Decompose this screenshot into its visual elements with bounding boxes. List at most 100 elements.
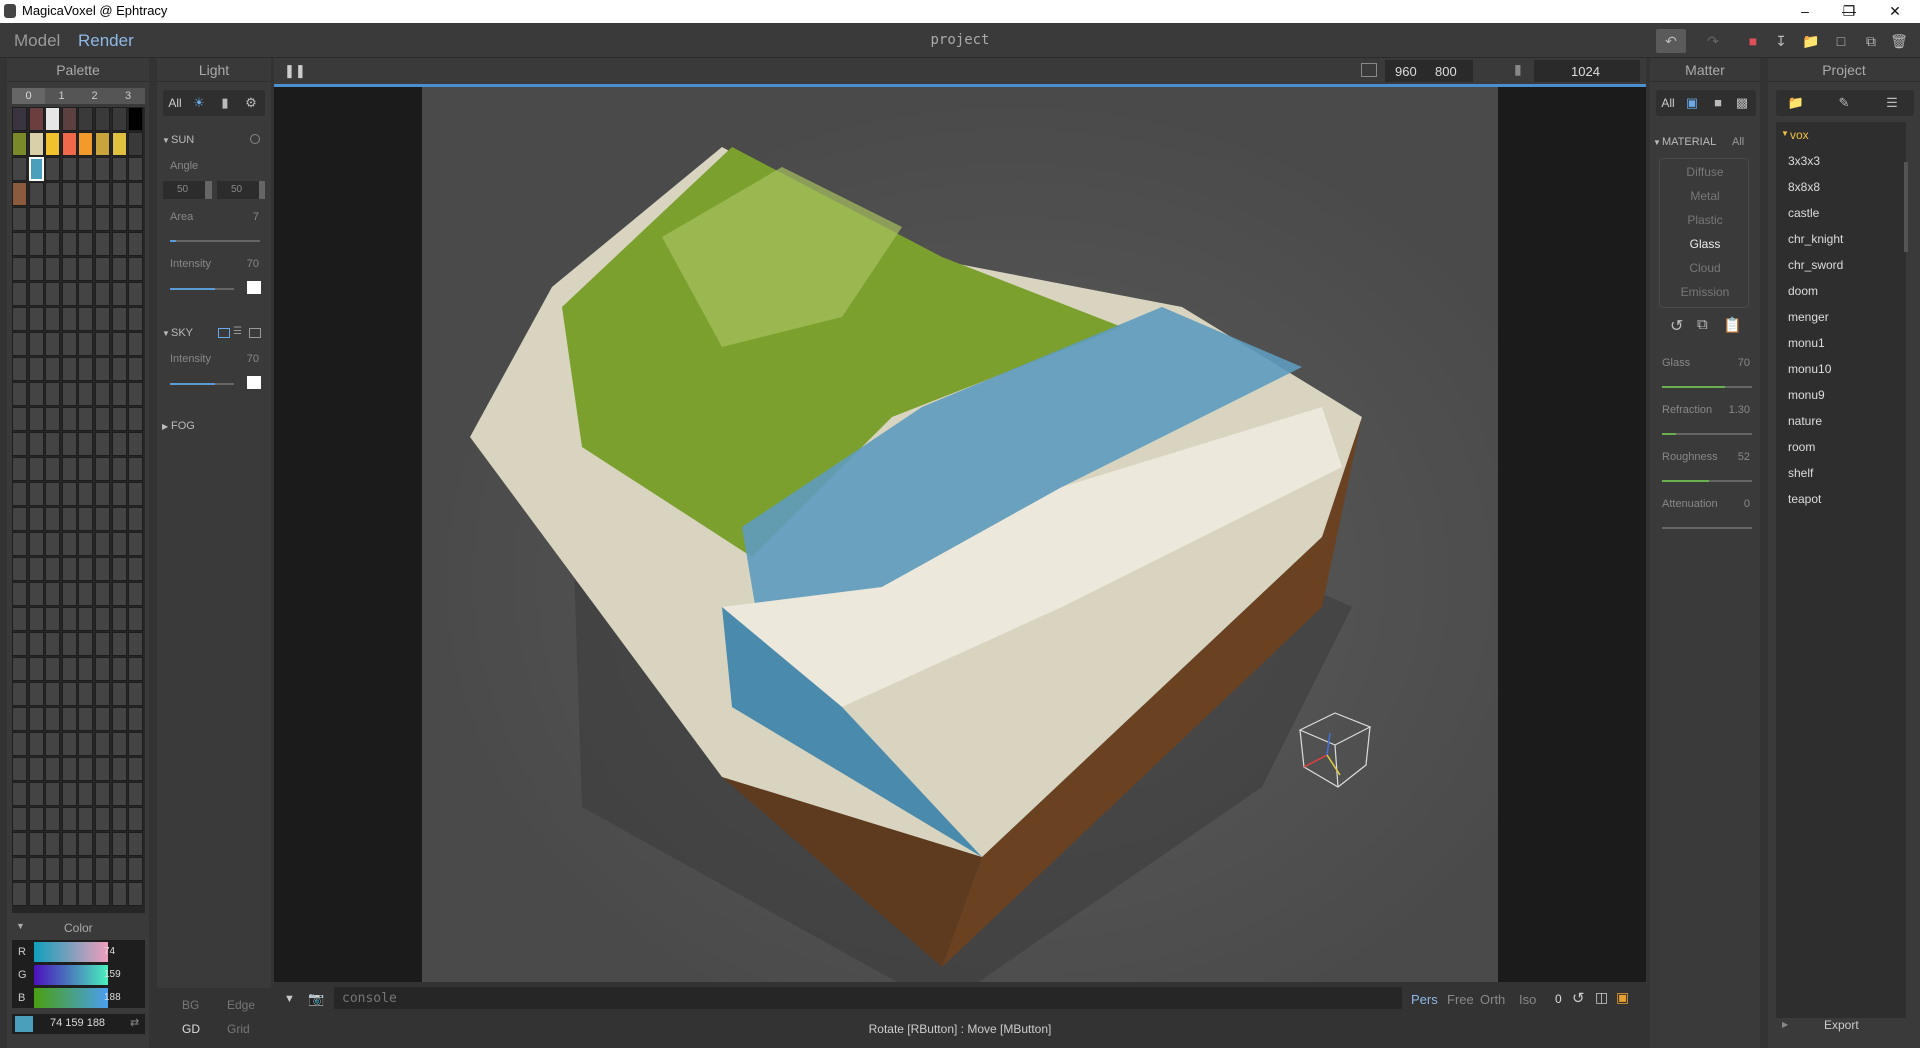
download-icon[interactable]: ↧ (1768, 29, 1794, 53)
palette-swatch[interactable] (45, 432, 61, 456)
palette-swatch[interactable] (95, 782, 110, 806)
list-icon[interactable]: ☰ (1880, 92, 1904, 114)
palette-swatch[interactable] (128, 457, 144, 481)
sun-color-swatch[interactable] (247, 281, 261, 294)
palette-swatch[interactable] (61, 357, 77, 381)
palette-swatch[interactable] (45, 207, 61, 231)
palette-swatch[interactable] (28, 407, 44, 431)
palette-swatch[interactable] (128, 332, 144, 356)
material-diffuse[interactable]: Diffuse (1662, 160, 1748, 184)
palette-swatch[interactable] (95, 507, 110, 531)
bg-toggle[interactable]: BG (182, 998, 199, 1012)
palette-swatch[interactable] (28, 757, 44, 781)
palette-swatch[interactable] (95, 582, 110, 606)
palette-swatch[interactable] (45, 607, 61, 631)
pause-icon[interactable]: ❚❚ (284, 63, 306, 79)
palette-swatch[interactable] (78, 182, 94, 206)
palette-tab-1[interactable]: 1 (45, 88, 78, 104)
cam-orth-button[interactable]: Orth (1480, 992, 1505, 1007)
palette-swatch[interactable] (128, 432, 144, 456)
palette-swatch[interactable] (128, 857, 144, 881)
palette-swatch[interactable] (12, 732, 27, 756)
palette-swatch[interactable] (78, 357, 94, 381)
palette-swatch[interactable] (28, 257, 44, 281)
palette-swatch[interactable] (28, 157, 44, 181)
palette-swatch[interactable] (61, 432, 77, 456)
palette-swatch[interactable] (28, 307, 44, 331)
palette-swatch[interactable] (111, 432, 127, 456)
palette-swatch[interactable] (78, 382, 94, 406)
palette-swatch[interactable] (95, 407, 110, 431)
palette-swatch[interactable] (95, 232, 110, 256)
palette-swatch[interactable] (95, 182, 110, 206)
palette-swatch[interactable] (78, 107, 94, 131)
palette-swatch[interactable] (78, 707, 94, 731)
palette-swatch[interactable] (111, 107, 127, 131)
palette-swatch[interactable] (12, 207, 27, 231)
palette-swatch[interactable] (111, 207, 127, 231)
palette-swatch[interactable] (111, 882, 127, 906)
material-metal[interactable]: Metal (1662, 184, 1748, 208)
palette-swatch[interactable] (61, 757, 77, 781)
palette-swatch[interactable] (12, 132, 27, 156)
palette-swatch[interactable] (95, 432, 110, 456)
palette-swatch[interactable] (61, 532, 77, 556)
file-item[interactable]: monu9 (1788, 388, 1825, 402)
palette-swatch[interactable] (61, 657, 77, 681)
sun-expand-icon[interactable]: ▼ (162, 136, 170, 145)
file-item[interactable]: chr_knight (1788, 232, 1843, 246)
palette-swatch[interactable] (28, 682, 44, 706)
palette-swatch[interactable] (12, 507, 27, 531)
palette-swatch[interactable] (12, 682, 27, 706)
palette-swatch[interactable] (111, 482, 127, 506)
palette-swatch[interactable] (12, 382, 27, 406)
camera-icon[interactable]: 📷 (308, 991, 324, 1007)
palette-swatch[interactable] (28, 507, 44, 531)
palette-swatch[interactable] (128, 407, 144, 431)
palette-swatch[interactable] (12, 557, 27, 581)
palette-swatch[interactable] (12, 332, 27, 356)
g-value[interactable]: 159 (104, 969, 121, 980)
palette-swatch[interactable] (95, 857, 110, 881)
palette-swatch[interactable] (61, 857, 77, 881)
palette-swatch[interactable] (45, 357, 61, 381)
palette-swatch[interactable] (128, 832, 144, 856)
palette-swatch[interactable] (111, 157, 127, 181)
material-emission[interactable]: Emission (1662, 280, 1748, 304)
palette-swatch[interactable] (12, 857, 27, 881)
palette-swatch[interactable] (12, 107, 27, 131)
cube-icon[interactable]: ▣ (1680, 92, 1704, 114)
palette-swatch[interactable] (128, 482, 144, 506)
palette-swatch[interactable] (95, 607, 110, 631)
palette-swatch[interactable] (128, 882, 144, 906)
palette-swatch[interactable] (78, 807, 94, 831)
file-item[interactable]: 8x8x8 (1788, 180, 1820, 194)
palette-swatch[interactable] (95, 282, 110, 306)
palette-swatch[interactable] (61, 107, 77, 131)
cam-pers-button[interactable]: Pers (1411, 992, 1438, 1007)
palette-swatch[interactable] (111, 407, 127, 431)
palette-swatch[interactable] (128, 557, 144, 581)
palette-swatch[interactable] (61, 507, 77, 531)
g-slider[interactable] (34, 965, 108, 985)
sky-gradient-icon[interactable]: ☰ (233, 326, 242, 337)
palette-swatch[interactable] (28, 732, 44, 756)
collapse-icon[interactable]: ▼ (16, 921, 25, 931)
palette-swatch[interactable] (128, 207, 144, 231)
palette-swatch[interactable] (78, 582, 94, 606)
file-item[interactable]: shelf (1788, 466, 1813, 480)
palette-swatch[interactable] (128, 257, 144, 281)
palette-swatch[interactable] (78, 257, 94, 281)
folder-expand-icon[interactable]: ▼ (1781, 129, 1789, 138)
palette-swatch[interactable] (111, 582, 127, 606)
palette-swatch[interactable] (61, 557, 77, 581)
sky-color-swatch[interactable] (247, 376, 261, 389)
palette-swatch[interactable] (95, 257, 110, 281)
palette-swatch[interactable] (128, 382, 144, 406)
palette-swatch[interactable] (28, 382, 44, 406)
palette-swatch[interactable] (95, 207, 110, 231)
material-cloud[interactable]: Cloud (1662, 256, 1748, 280)
palette-swatch[interactable] (61, 832, 77, 856)
palette-swatch[interactable] (78, 507, 94, 531)
sky-label[interactable]: SKY (171, 327, 193, 339)
